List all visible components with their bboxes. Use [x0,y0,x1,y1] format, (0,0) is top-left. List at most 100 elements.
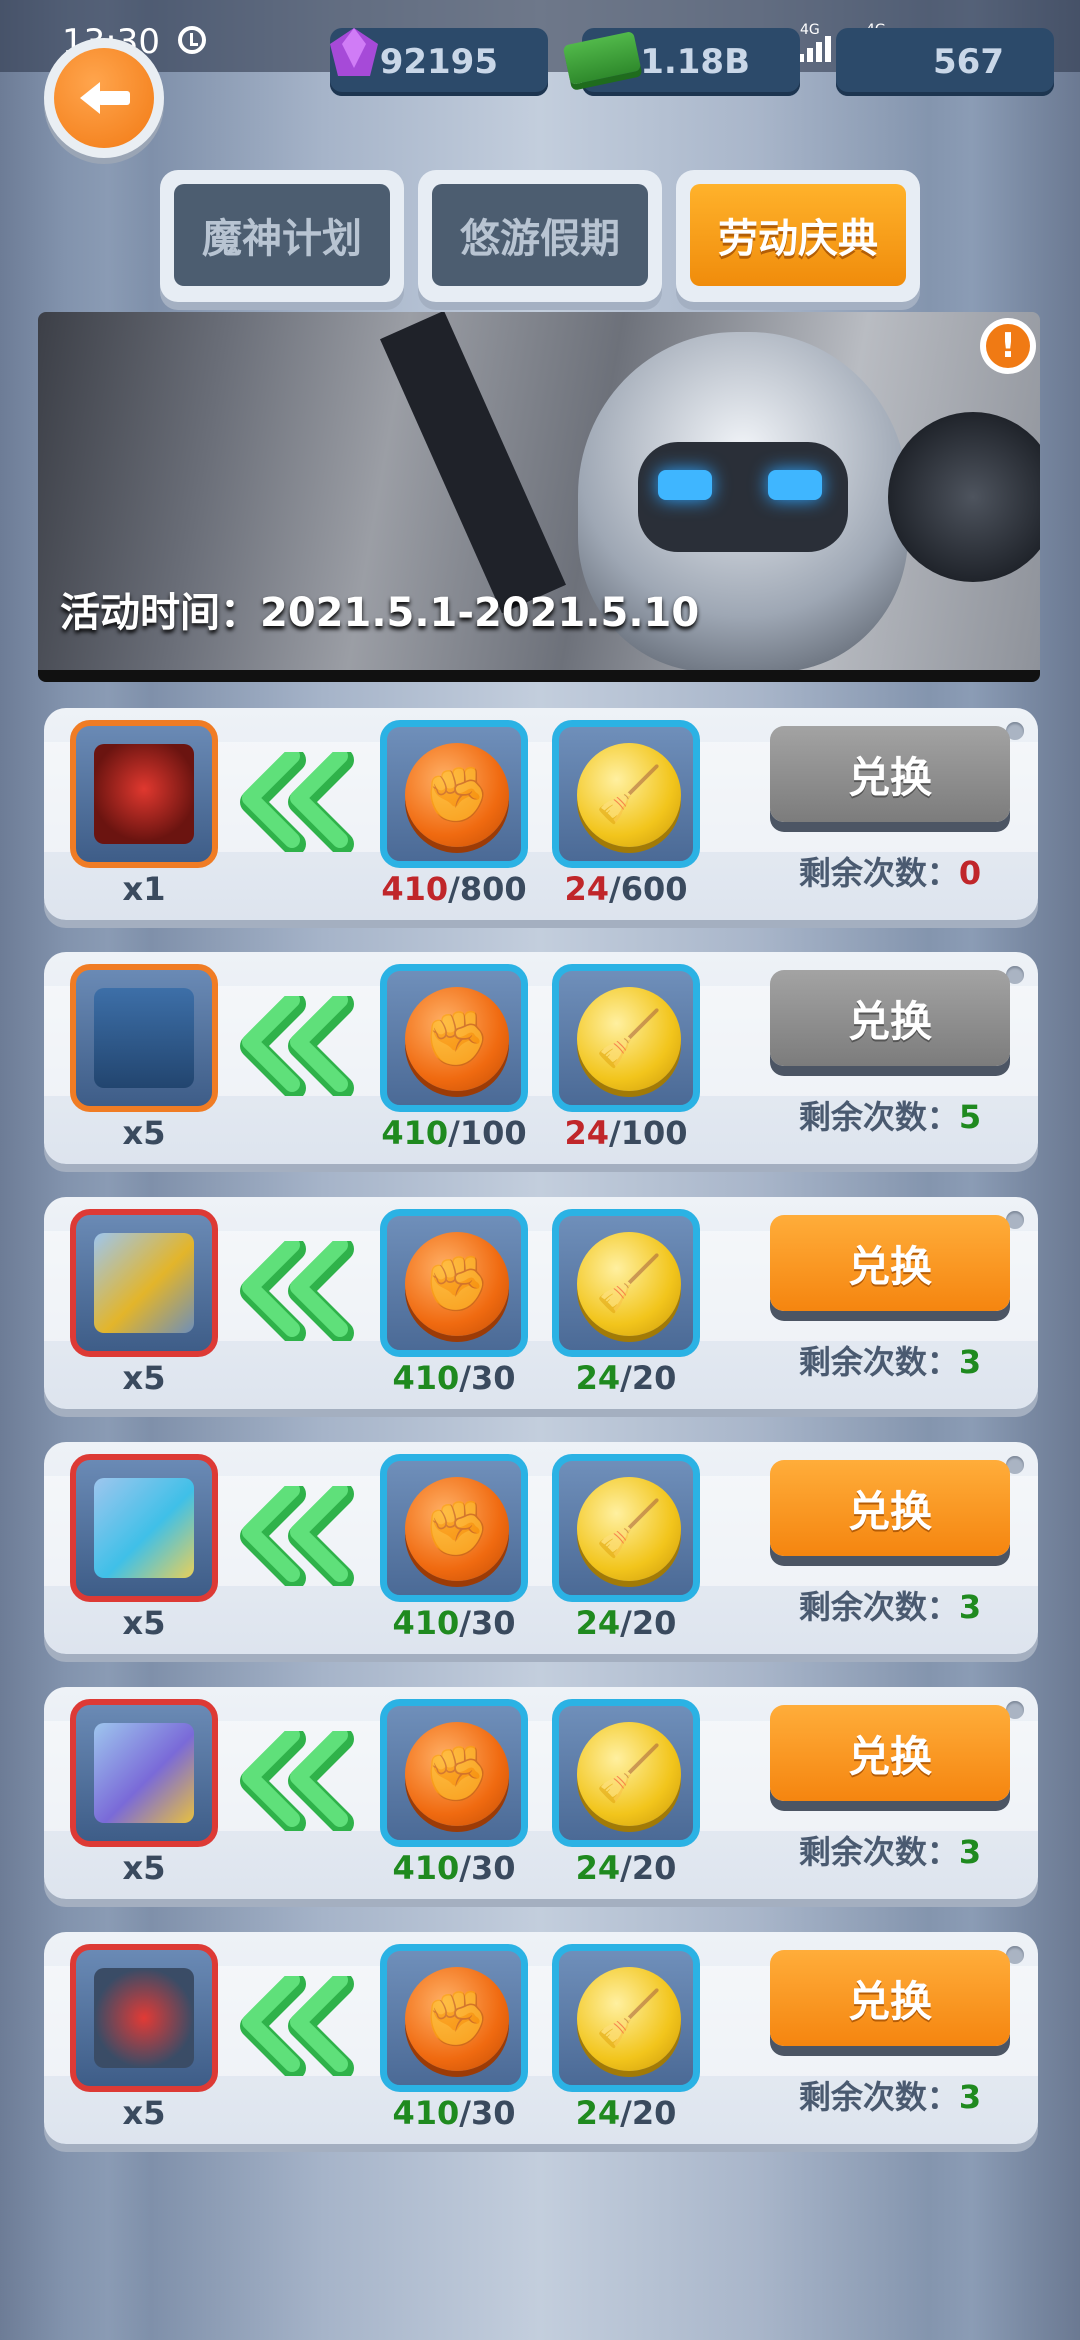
reward-quantity: x5 [122,1359,166,1397]
exchange-row: x5 ✊ 410/30 🧹 24/20 兑换 剩余次数：3 [44,1687,1038,1899]
remaining-count: 剩余次数：3 [798,2078,982,2116]
broom-coin-count: 24/20 [575,2094,677,2132]
tab-demon-plan[interactable]: 魔神计划 [160,170,404,302]
reward-quantity: x5 [122,1849,166,1887]
cyan-blaster-icon [94,1478,194,1578]
broom-coin-icon: 🧹 [577,1967,681,2071]
fist-coin-icon: ✊ [405,1232,509,1336]
back-button[interactable] [44,38,164,158]
remaining-count: 剩余次数：3 [798,1343,982,1381]
remaining-count: 剩余次数：0 [798,854,982,892]
broom-coin-icon: 🧹 [577,1232,681,1336]
cost-fist-coin: ✊ [380,1944,528,2092]
reward-quantity: x5 [122,1604,166,1642]
mystery-box-icon [94,988,194,1088]
back-arrow-icon [54,48,154,148]
broom-coin-count: 24/600 [564,870,688,908]
gold-blaster-icon [94,1233,194,1333]
robot-eye [768,470,822,500]
fist-coin-icon: ✊ [405,1722,509,1826]
robot-eye [658,470,712,500]
tab-leisure-holiday[interactable]: 悠游假期 [418,170,662,302]
broom-coin-count: 24/20 [575,1849,677,1887]
gem-value: 92195 [379,42,498,82]
exchange-row: x5 ✊ 410/30 🧹 24/20 兑换 剩余次数：3 [44,1442,1038,1654]
gem-counter[interactable]: 92195 [330,28,548,96]
broom-coin-icon: 🧹 [577,1477,681,1581]
cost-fist-coin: ✊ [380,720,528,868]
remaining-count: 剩余次数：3 [798,1588,982,1626]
broom-coin-icon: 🧹 [577,743,681,847]
double-chevron-left-icon [240,752,354,852]
reward-item[interactable] [70,1454,218,1602]
broom-coin-count: 24/20 [575,1604,677,1642]
fist-coin-count: 410/30 [392,1604,516,1642]
cost-fist-coin: ✊ [380,964,528,1112]
redeem-button[interactable]: 兑换 [770,1705,1010,1801]
double-chevron-left-icon [240,996,354,1096]
tab-label: 劳动庆典 [690,184,906,286]
fist-coin-icon: ✊ [405,987,509,1091]
cost-broom-coin: 🧹 [552,1209,700,1357]
cash-value: 1.18B [640,42,750,82]
cost-fist-coin: ✊ [380,1699,528,1847]
redeem-button[interactable]: 兑换 [770,1950,1010,2046]
reward-item[interactable] [70,1209,218,1357]
purple-cannon-icon [94,1723,194,1823]
cost-fist-coin: ✊ [380,1454,528,1602]
reward-quantity: x5 [122,1114,166,1152]
reward-item[interactable] [70,1944,218,2092]
fist-coin-icon: ✊ [405,743,509,847]
cash-counter[interactable]: 1.18B [562,28,800,96]
broom-coin-count: 24/100 [564,1114,688,1152]
double-chevron-left-icon [240,1486,354,1586]
reward-item[interactable] [70,720,218,868]
fist-coin-count: 410/30 [392,1849,516,1887]
event-info-button[interactable]: ! [980,318,1036,374]
remaining-count: 剩余次数：5 [798,1098,982,1136]
fist-coin-count: 410/800 [381,870,527,908]
double-chevron-left-icon [240,1241,354,1341]
fist-coin-count: 410/30 [392,2094,516,2132]
broom-coin-icon: 🧹 [577,987,681,1091]
exchange-row: x5 ✊ 410/30 🧹 24/20 兑换 剩余次数：3 [44,1197,1038,1409]
event-date: 活动时间：2021.5.1-2021.5.10 [60,590,700,636]
tab-label: 魔神计划 [174,184,390,286]
fist-coin-count: 410/100 [381,1114,527,1152]
exchange-row: x5 ✊ 410/100 🧹 24/100 兑换 剩余次数：5 [44,952,1038,1164]
gem-icon [330,28,378,76]
tab-labor-festival[interactable]: 劳动庆典 [676,170,920,302]
reward-item[interactable] [70,1699,218,1847]
double-chevron-left-icon [240,1731,354,1831]
redeem-button[interactable]: 兑换 [770,1460,1010,1556]
redeem-button[interactable]: 兑换 [770,726,1010,822]
reward-quantity: x5 [122,2094,166,2132]
fist-coin-icon: ✊ [405,1967,509,2071]
redeem-button[interactable]: 兑换 [770,1215,1010,1311]
redeem-button[interactable]: 兑换 [770,970,1010,1066]
tab-label: 悠游假期 [432,184,648,286]
cost-broom-coin: 🧹 [552,1944,700,2092]
broom-coin-icon: 🧹 [577,1722,681,1826]
rifle-art [380,312,566,614]
cost-broom-coin: 🧹 [552,964,700,1112]
broom-coin-count: 24/20 [575,1359,677,1397]
cost-broom-coin: 🧹 [552,1454,700,1602]
cost-fist-coin: ✊ [380,1209,528,1357]
exchange-row: x5 ✊ 410/30 🧹 24/20 兑换 剩余次数：3 [44,1932,1038,2144]
alarm-icon [178,26,206,54]
cost-broom-coin: 🧹 [552,720,700,868]
gatling-gun-art [888,412,1040,582]
info-icon: ! [986,324,1030,368]
reward-item[interactable] [70,964,218,1112]
fist-coin-icon: ✊ [405,1477,509,1581]
double-chevron-left-icon [240,1976,354,2076]
signal-icon [798,34,834,62]
fist-coin-count: 410/30 [392,1359,516,1397]
remaining-count: 剩余次数：3 [798,1833,982,1871]
token-counter[interactable]: 567 [836,28,1054,96]
token-value: 567 [933,42,1004,82]
event-banner: 活动时间：2021.5.1-2021.5.10 [38,312,1040,682]
red-helmet-icon [94,1968,194,2068]
demon-mask-icon [94,744,194,844]
